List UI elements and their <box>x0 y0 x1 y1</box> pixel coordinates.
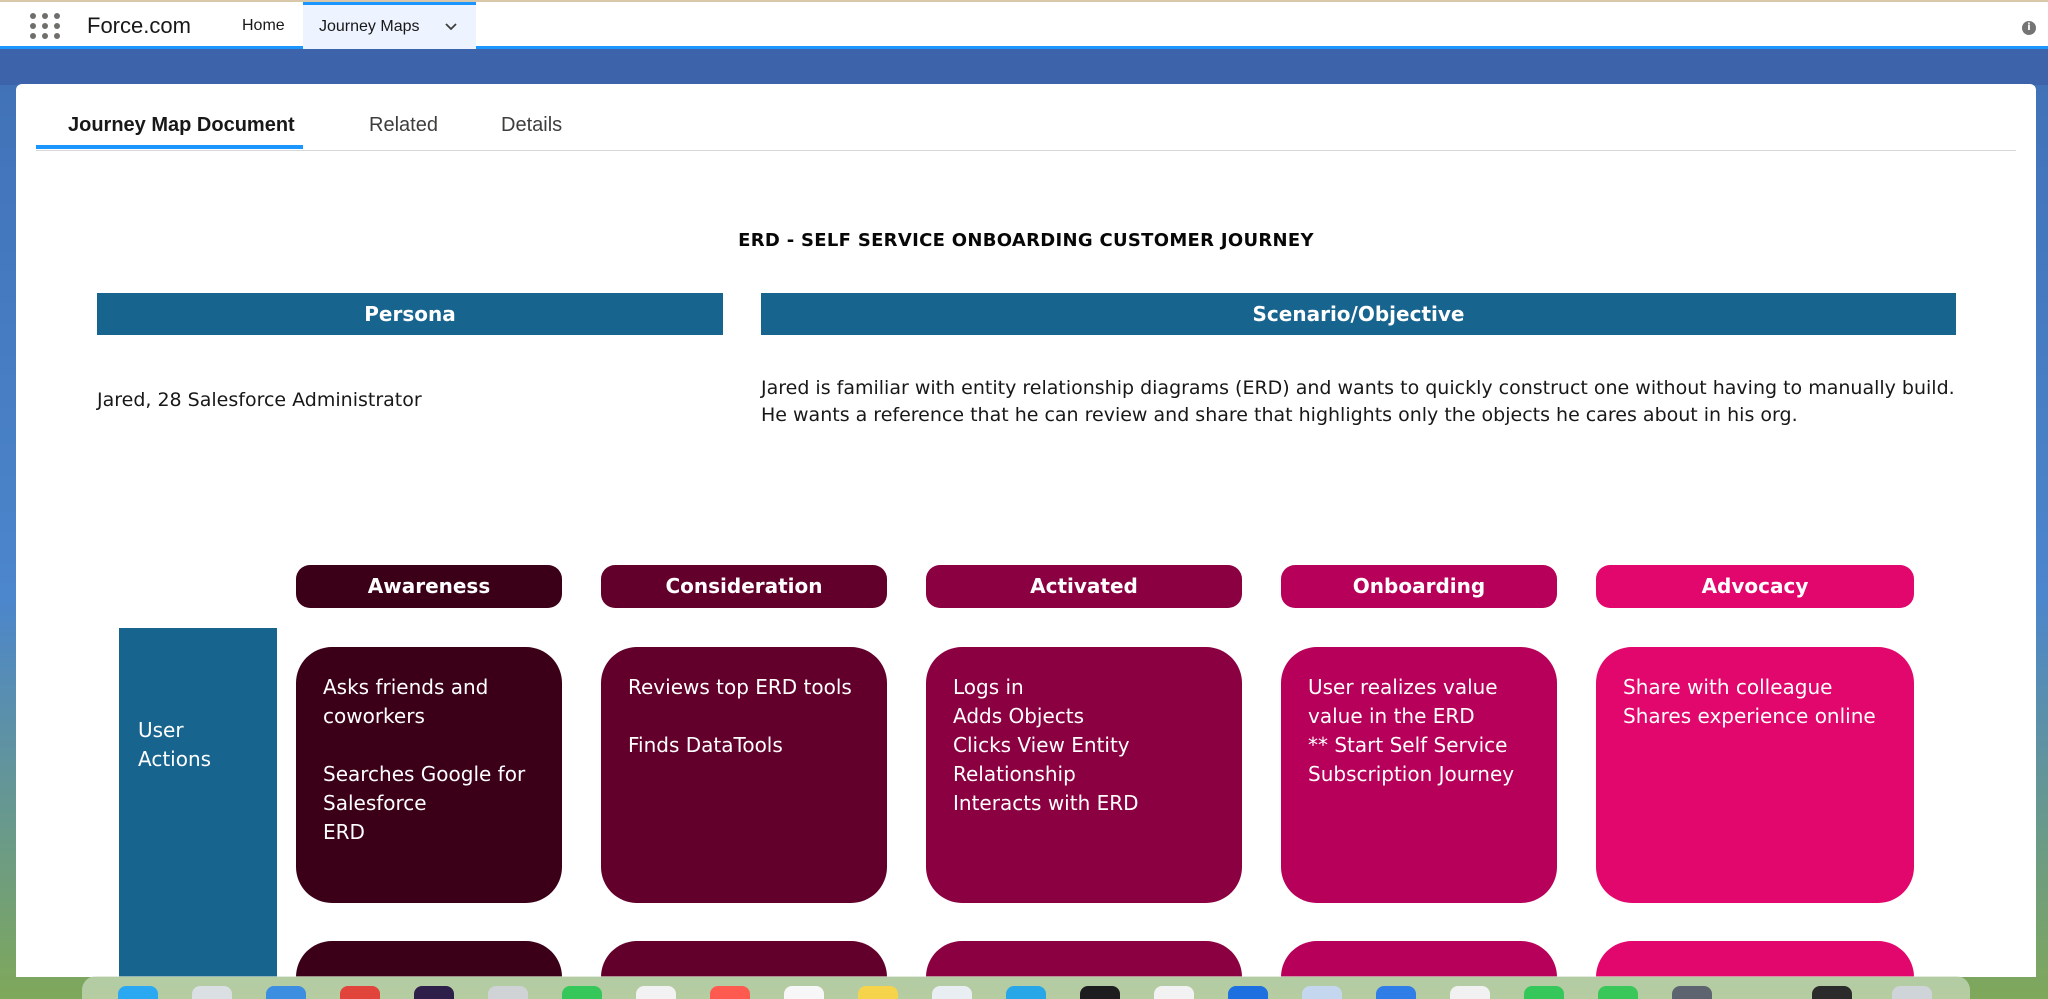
tab-journey-map-document[interactable]: Journey Map Document <box>68 114 295 137</box>
dock-app-icon[interactable] <box>340 986 380 999</box>
cell-advocacy-next <box>1596 941 1914 977</box>
dock-app-icon[interactable] <box>1302 986 1342 999</box>
tab-related[interactable]: Related <box>369 114 438 137</box>
nav-item-label: Journey Maps <box>319 18 420 35</box>
dock-app-icon[interactable] <box>710 986 750 999</box>
macos-dock <box>82 976 1970 999</box>
dock-app-icon[interactable] <box>1080 986 1120 999</box>
dock-app-icon[interactable] <box>784 986 824 999</box>
stage-consideration: Consideration <box>601 565 887 608</box>
cell-activated-next <box>926 941 1242 977</box>
dock-app-icon[interactable] <box>1376 986 1416 999</box>
cell-awareness-next <box>296 941 562 977</box>
page-header-band <box>0 49 2048 85</box>
cell-advocacy-actions: Share with colleague Shares experience o… <box>1596 647 1914 903</box>
dock-app-icon[interactable] <box>1672 986 1712 999</box>
dock-app-icon[interactable] <box>1450 986 1490 999</box>
app-name: Force.com <box>87 13 191 38</box>
dock-app-icon[interactable] <box>488 986 528 999</box>
active-tab-indicator <box>36 145 303 149</box>
stage-advocacy: Advocacy <box>1596 565 1914 608</box>
dock-app-icon[interactable] <box>118 986 158 999</box>
stage-onboarding: Onboarding <box>1281 565 1557 608</box>
cell-consideration-actions: Reviews top ERD tools Finds DataTools <box>601 647 887 903</box>
persona-text: Jared, 28 Salesforce Administrator <box>97 389 422 411</box>
dock-app-icon[interactable] <box>1006 986 1046 999</box>
dock-app-icon[interactable] <box>1812 986 1852 999</box>
nav-item-journey-maps[interactable]: Journey Maps <box>303 2 476 49</box>
cell-onboarding-next <box>1281 941 1557 977</box>
document-title: ERD - SELF SERVICE ONBOARDING CUSTOMER J… <box>738 230 1314 251</box>
stage-awareness: Awareness <box>296 565 562 608</box>
dock-app-icon[interactable] <box>414 986 454 999</box>
scenario-text: Jared is familiar with entity relationsh… <box>761 377 1955 426</box>
record-tabs: Journey Map Document Related Details <box>36 84 2016 151</box>
dock-app-icon[interactable] <box>1154 986 1194 999</box>
scenario-header: Scenario/Objective <box>761 293 1956 335</box>
dock-app-icon[interactable] <box>562 986 602 999</box>
cell-activated-actions: Logs in Adds Objects Clicks View Entity … <box>926 647 1242 903</box>
dock-app-icon[interactable] <box>192 986 232 999</box>
record-card: Journey Map Document Related Details ERD… <box>16 84 2036 977</box>
nav-item-home[interactable]: Home <box>242 2 285 49</box>
dock-app-icon[interactable] <box>1524 986 1564 999</box>
row-label-user-actions: User Actions <box>119 628 277 977</box>
dock-app-icon[interactable] <box>858 986 898 999</box>
stage-activated: Activated <box>926 565 1242 608</box>
app-launcher-icon[interactable] <box>28 11 62 41</box>
cell-awareness-actions: Asks friends and coworkers Searches Goog… <box>296 647 562 903</box>
dock-app-icon[interactable] <box>266 986 306 999</box>
global-nav-bar: Force.com Home Journey Maps i <box>0 0 2048 49</box>
cell-consideration-next <box>601 941 887 977</box>
dock-app-icon[interactable] <box>636 986 676 999</box>
dock-app-icon[interactable] <box>932 986 972 999</box>
dock-app-icon[interactable] <box>1228 986 1268 999</box>
cell-onboarding-actions: User realizes value value in the ERD ** … <box>1281 647 1557 903</box>
persona-header: Persona <box>97 293 723 335</box>
row-label-text: User Actions <box>138 718 212 771</box>
info-icon[interactable]: i <box>2022 21 2036 35</box>
trash-icon[interactable] <box>1892 986 1932 999</box>
dock-app-icon[interactable] <box>1598 986 1638 999</box>
tab-details[interactable]: Details <box>501 114 562 137</box>
